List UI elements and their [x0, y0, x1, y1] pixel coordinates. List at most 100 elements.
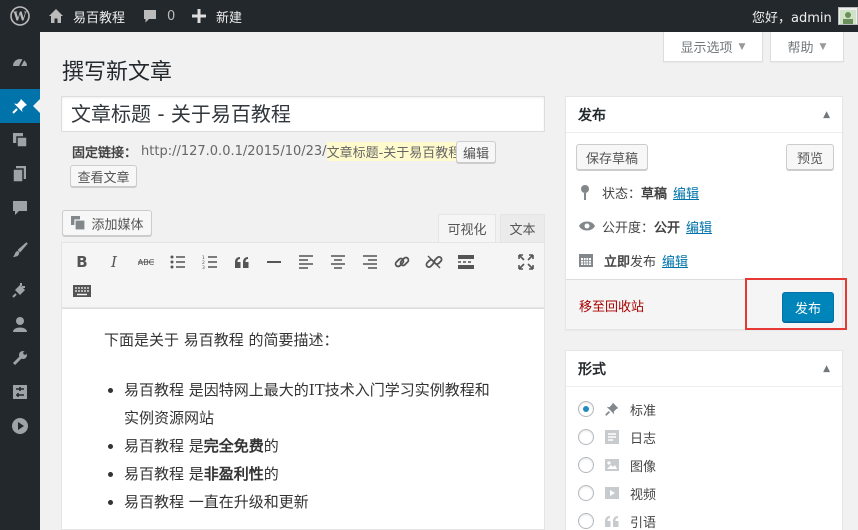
pushpin-icon: [12, 99, 27, 114]
settings-icon: [13, 385, 27, 399]
edit-status-link[interactable]: 编辑: [673, 183, 699, 202]
help-label: 帮助: [787, 41, 814, 56]
format-label: 图像: [630, 459, 657, 475]
menu-tools[interactable]: [0, 341, 40, 375]
format-option-quote[interactable]: 引语: [578, 511, 656, 530]
new-content-link[interactable]: 新建: [189, 0, 242, 32]
content-list: 易百教程 是因特网上最大的IT技术入门学习实例教程和实例资源网站 易百教程 是完…: [102, 376, 504, 516]
menu-pages[interactable]: [0, 157, 40, 191]
new-label: 新建: [216, 10, 243, 26]
radio-button[interactable]: [578, 513, 594, 529]
align-left-icon[interactable]: [296, 252, 316, 272]
move-to-trash-link[interactable]: 移至回收站: [579, 296, 644, 315]
list-item: 易百教程 是完全免费的: [124, 432, 504, 460]
insert-link-icon[interactable]: [392, 252, 412, 272]
format-label: 日志: [630, 431, 657, 447]
visibility-row: 公开度： 公开 编辑: [578, 216, 712, 236]
my-account[interactable]: 您好，admin: [752, 0, 858, 32]
menu-settings[interactable]: [0, 375, 40, 409]
menu-appearance[interactable]: [0, 233, 40, 267]
bulleted-list-icon[interactable]: [168, 252, 188, 272]
add-media-button[interactable]: 添加媒体: [62, 210, 152, 236]
menu-media[interactable]: [0, 123, 40, 157]
plugin-icon: [12, 283, 25, 298]
read-more-icon[interactable]: [456, 252, 476, 272]
radio-button[interactable]: [578, 457, 594, 473]
media-icon: [71, 216, 87, 231]
format-option-image[interactable]: 图像: [578, 455, 656, 475]
collapse-arrow-icon[interactable]: ▲: [823, 364, 830, 374]
pages-icon: [12, 166, 26, 183]
align-center-icon[interactable]: [328, 252, 348, 272]
radio-button[interactable]: [578, 429, 594, 445]
format-option-aside[interactable]: 日志: [578, 427, 656, 447]
list-item: 易百教程 是因特网上最大的IT技术入门学习实例教程和实例资源网站: [124, 376, 504, 432]
visibility-value: 公开: [654, 220, 681, 236]
editor-content[interactable]: 下面是关于 易百教程 的简要描述： 易百教程 是因特网上最大的IT技术入门学习实…: [61, 308, 545, 530]
menu-comments[interactable]: [0, 191, 40, 225]
publish-time-row: 立即发布 编辑: [578, 250, 688, 270]
pin-icon: [581, 185, 589, 200]
menu-posts[interactable]: [0, 89, 40, 123]
save-draft-button[interactable]: 保存草稿: [576, 144, 648, 170]
status-value: 草稿: [641, 186, 668, 202]
dashboard-icon: [13, 59, 27, 67]
format-label: 视频: [630, 487, 657, 503]
help-tab[interactable]: 帮助 ▼: [770, 32, 844, 62]
pushpin-icon: [602, 399, 622, 419]
menu-collapse[interactable]: [0, 409, 40, 443]
numbered-list-icon[interactable]: 123: [200, 252, 220, 272]
menu-plugins[interactable]: [0, 273, 40, 307]
view-post-button[interactable]: 查看文章: [70, 165, 137, 187]
aside-document-icon: [602, 427, 622, 447]
eye-icon: [579, 221, 595, 231]
format-box-header[interactable]: 形式 ▲: [566, 351, 842, 387]
media-icon: [13, 133, 28, 148]
toolbar-toggle-keyboard-icon[interactable]: [72, 281, 92, 301]
screen-options-tab[interactable]: 显示选项 ▼: [663, 32, 763, 62]
site-name-link[interactable]: 易百教程: [46, 0, 125, 32]
admin-bar: W 易百教程 0 新建 您好，admin: [0, 0, 858, 32]
format-option-video[interactable]: 视频: [578, 483, 656, 503]
edit-publish-time-link[interactable]: 编辑: [662, 251, 688, 270]
content-intro: 下面是关于 易百教程 的简要描述：: [104, 331, 339, 349]
edit-permalink-button[interactable]: 编辑: [456, 141, 496, 163]
align-right-icon[interactable]: [360, 252, 380, 272]
tab-visual[interactable]: 可视化: [438, 214, 496, 242]
screen-options-label: 显示选项: [680, 41, 733, 56]
permalink-base[interactable]: http://127.0.0.1/2015/10/23/: [141, 144, 327, 159]
svg-text:W: W: [12, 10, 27, 24]
italic-icon[interactable]: I: [104, 252, 124, 272]
fullscreen-icon[interactable]: [516, 252, 536, 272]
menu-users[interactable]: [0, 307, 40, 341]
radio-button[interactable]: [578, 485, 594, 501]
comments-link[interactable]: 0: [140, 0, 175, 32]
publish-box-header[interactable]: 发布 ▲: [566, 97, 842, 133]
tab-text[interactable]: 文本: [500, 214, 545, 242]
format-option-standard[interactable]: 标准: [578, 399, 656, 419]
video-icon: [602, 483, 622, 503]
radio-button[interactable]: [578, 401, 594, 417]
preview-button[interactable]: 预览: [786, 144, 834, 170]
post-title-input[interactable]: 文章标题 - 关于易百教程: [61, 96, 545, 132]
permalink-row: 固定链接： http://127.0.0.1/2015/10/23/文章标题-关…: [72, 142, 466, 161]
permalink-label: 固定链接：: [72, 146, 138, 161]
caret-down-icon: ▼: [819, 41, 827, 52]
remove-link-icon[interactable]: [424, 252, 444, 272]
bold-icon[interactable]: B: [72, 252, 92, 272]
list-item: 易百教程 是非盈利性的: [124, 460, 504, 488]
horizontal-line-icon[interactable]: [264, 252, 284, 272]
format-box-title: 形式: [578, 361, 606, 378]
strikethrough-icon[interactable]: ABC: [136, 252, 156, 272]
collapse-arrow-icon[interactable]: ▲: [823, 110, 830, 120]
menu-dashboard[interactable]: [0, 45, 40, 79]
publish-time-bold: 立即: [604, 254, 631, 270]
calendar-icon: [579, 254, 593, 267]
wordpress-logo-icon[interactable]: W: [10, 0, 30, 32]
blockquote-icon[interactable]: [232, 252, 252, 272]
brush-icon: [13, 242, 28, 257]
comments-icon: [13, 201, 27, 215]
permalink-slug[interactable]: 文章标题-关于易百教程: [326, 142, 462, 161]
edit-visibility-link[interactable]: 编辑: [686, 217, 712, 236]
image-icon: [602, 455, 622, 475]
